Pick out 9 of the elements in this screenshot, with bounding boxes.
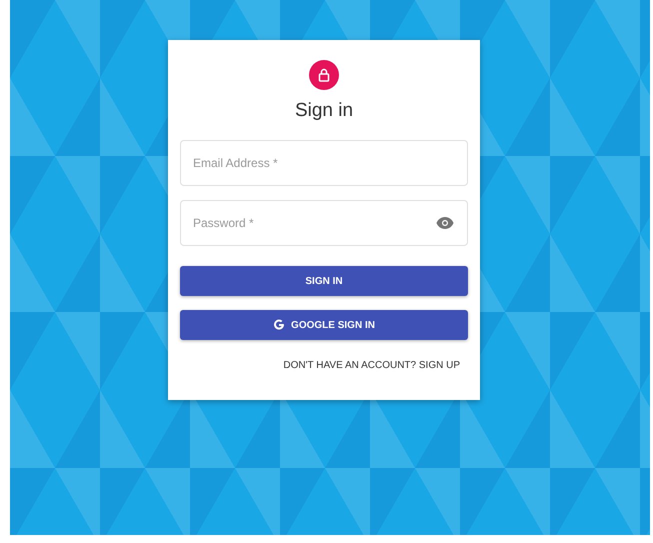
password-field[interactable]: Password * [180,200,468,246]
sign-in-button[interactable]: SIGN IN [180,266,468,296]
lock-icon [309,60,339,90]
email-field[interactable]: Email Address * [180,140,468,186]
sign-up-link[interactable]: DON'T HAVE AN ACCOUNT? SIGN UP [283,360,460,371]
eye-icon[interactable] [436,217,454,229]
card-title: Sign in [294,100,354,122]
google-g-icon [273,319,286,331]
google-sign-in-button[interactable]: GOOGLE SIGN IN [180,310,468,340]
